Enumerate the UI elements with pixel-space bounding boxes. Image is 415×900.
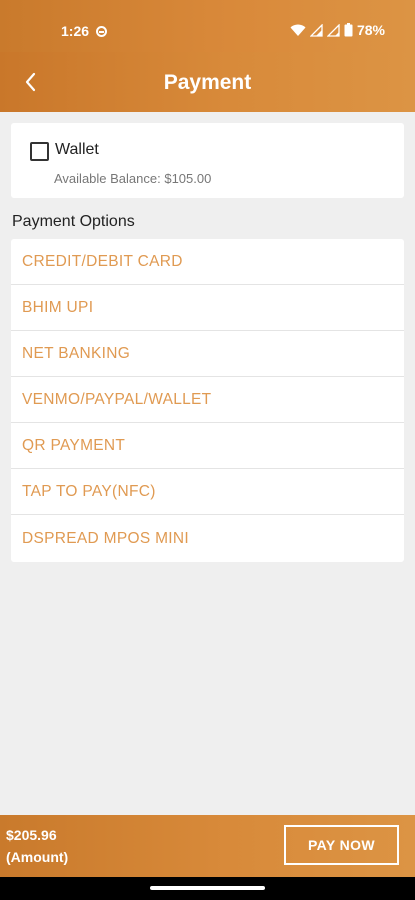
payment-option-bhim-upi[interactable]: BHIM UPI: [11, 285, 404, 331]
wallet-checkbox[interactable]: [30, 142, 49, 161]
status-bar: 1:26 78%: [0, 0, 415, 52]
amount-caption: (Amount): [6, 849, 69, 865]
payment-option-label: DSPREAD MPOS MINI: [22, 529, 190, 547]
payment-option-credit-debit-card[interactable]: CREDIT/DEBIT CARD: [11, 239, 404, 285]
status-time: 1:26: [61, 23, 90, 39]
battery-icon: [344, 23, 353, 37]
payment-option-venmo-paypal-wallet[interactable]: VENMO/PAYPAL/WALLET: [11, 377, 404, 423]
page-title: Payment: [163, 71, 252, 94]
wallet-card: Wallet Available Balance: $105.00: [11, 123, 404, 198]
payment-option-label: BHIM UPI: [22, 298, 94, 316]
wifi-icon: [290, 24, 306, 36]
signal-icon: [326, 23, 340, 37]
pay-now-button[interactable]: PAY NOW: [284, 825, 399, 865]
wallet-label[interactable]: Wallet: [55, 141, 99, 159]
app-bar: Payment: [0, 52, 415, 112]
system-nav-bar: [0, 877, 415, 900]
payment-options-heading: Payment Options: [12, 213, 135, 230]
status-icons: 78%: [290, 22, 385, 38]
checkout-bar: $205.96 (Amount) PAY NOW: [0, 815, 415, 877]
payment-option-label: NET BANKING: [22, 344, 131, 362]
payment-options-list: CREDIT/DEBIT CARD BHIM UPI NET BANKING V…: [11, 239, 404, 562]
payment-option-net-banking[interactable]: NET BANKING: [11, 331, 404, 377]
payment-option-label: QR PAYMENT: [22, 436, 126, 454]
home-handle[interactable]: [150, 886, 265, 890]
payment-option-qr-payment[interactable]: QR PAYMENT: [11, 423, 404, 469]
battery-percentage: 78%: [356, 22, 385, 38]
signal-icon: [309, 23, 323, 37]
payment-option-label: CREDIT/DEBIT CARD: [22, 252, 183, 270]
amount-value: $205.96: [6, 827, 57, 843]
payment-option-dspread-mpos-mini[interactable]: DSPREAD MPOS MINI: [11, 515, 404, 562]
payment-option-label: TAP TO PAY(NFC): [22, 482, 156, 500]
payment-option-label: VENMO/PAYPAL/WALLET: [22, 390, 212, 408]
data-saver-icon: [96, 26, 107, 37]
wallet-balance: Available Balance: $105.00: [54, 171, 212, 186]
payment-option-tap-to-pay[interactable]: TAP TO PAY(NFC): [11, 469, 404, 515]
